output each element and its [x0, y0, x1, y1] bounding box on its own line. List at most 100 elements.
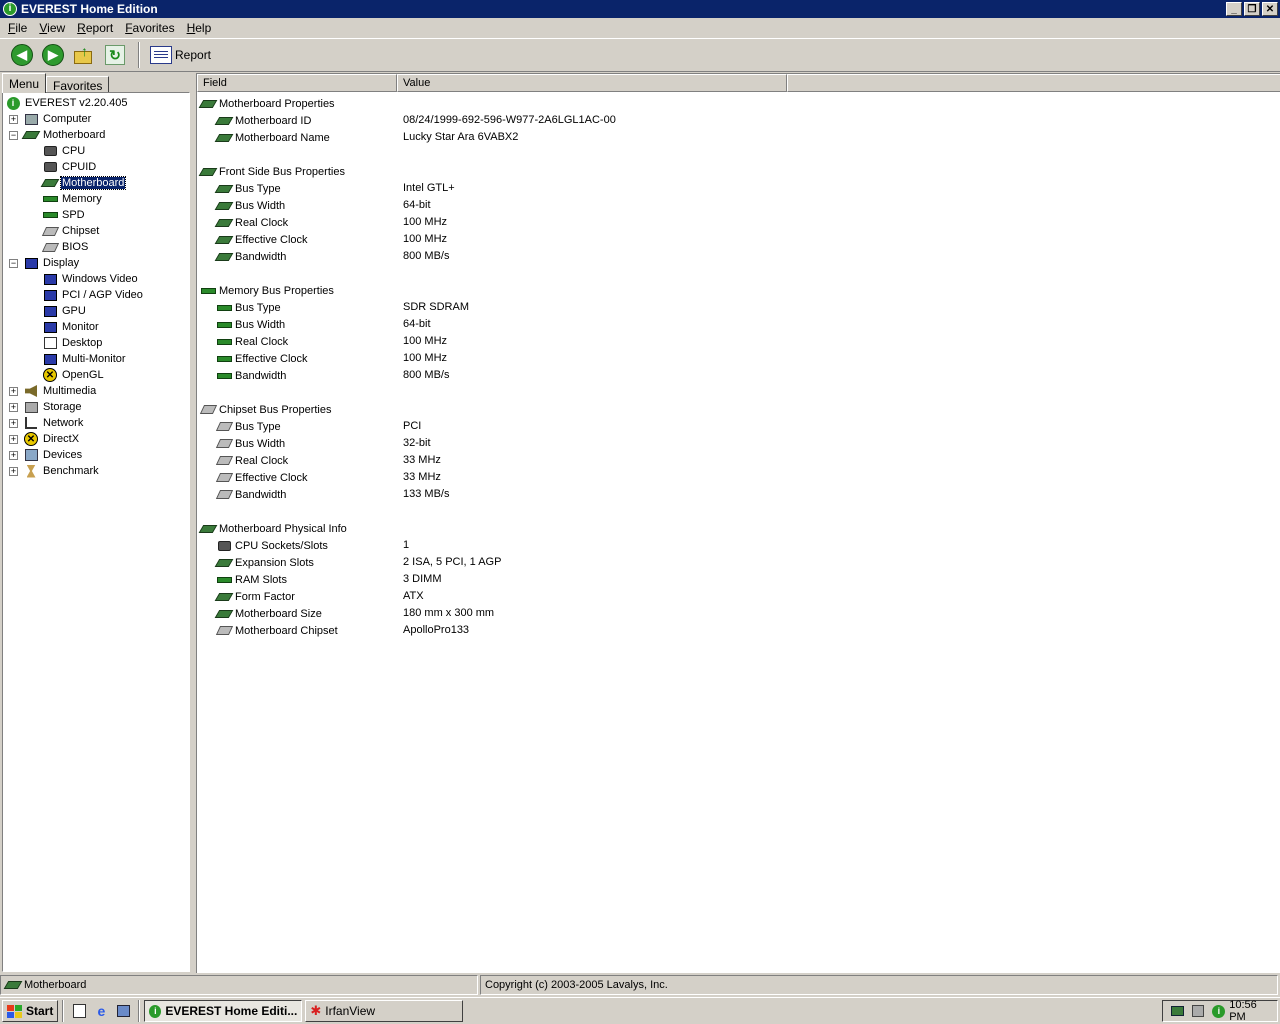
list-row[interactable]: Effective Clock — [215, 469, 308, 486]
forward-button[interactable]: ▶ — [39, 41, 67, 69]
everest-tray-icon[interactable]: i — [1210, 1002, 1227, 1020]
list-row[interactable]: Real Clock — [215, 452, 288, 469]
network-tray-icon[interactable] — [1169, 1002, 1186, 1020]
tree-item-gpu[interactable]: GPU — [42, 303, 87, 319]
expand-devices-button[interactable]: + — [9, 451, 18, 460]
tree-item-motherboard-group[interactable]: Motherboard — [21, 127, 106, 143]
list-row[interactable]: Bus Width — [215, 435, 285, 452]
list-row[interactable]: Motherboard Size — [214, 605, 322, 622]
tree-item-devices[interactable]: Devices — [23, 447, 83, 463]
list-row[interactable]: Bus Width — [214, 197, 285, 214]
list-row[interactable]: RAM Slots — [216, 571, 287, 588]
everest-app-icon: i — [149, 1004, 162, 1018]
tree-item-multi-monitor[interactable]: Multi-Monitor — [42, 351, 127, 367]
tree-item-computer[interactable]: Computer — [23, 111, 92, 127]
tree-item-benchmark[interactable]: Benchmark — [23, 463, 100, 479]
list-row[interactable]: Bus Type — [215, 418, 281, 435]
tree-item-opengl[interactable]: ✕ OpenGL — [42, 367, 105, 383]
refresh-button[interactable]: ↻ — [101, 41, 129, 69]
tree-item-motherboard[interactable]: Motherboard — [40, 175, 127, 191]
column-header-field[interactable]: Field — [197, 74, 397, 92]
hardware-tray-icon[interactable] — [1190, 1002, 1207, 1020]
internet-explorer-quicklaunch-icon[interactable]: e — [92, 1002, 110, 1020]
list-row[interactable]: Motherboard Chipset — [215, 622, 338, 639]
everest-app-icon[interactable]: i — [3, 2, 17, 16]
tree-item-network[interactable]: Network — [23, 415, 84, 431]
tree-item-memory[interactable]: Memory — [42, 191, 103, 207]
tree-item-pci-agp-video[interactable]: PCI / AGP Video — [42, 287, 144, 303]
list-row[interactable]: Expansion Slots — [214, 554, 314, 571]
toolbar: ◀ ▶ ↑ ↻ Report — [0, 38, 1280, 72]
expand-multimedia-button[interactable]: + — [9, 387, 18, 396]
notepad-quicklaunch-icon[interactable] — [70, 1002, 88, 1020]
expand-benchmark-button[interactable]: + — [9, 467, 18, 476]
report-button[interactable]: Report — [146, 41, 215, 69]
field-label: Real Clock — [235, 335, 289, 348]
tab-menu[interactable]: Menu — [2, 73, 47, 93]
tree-item-bios[interactable]: BIOS — [41, 239, 89, 255]
list-row[interactable]: Form Factor — [214, 588, 295, 605]
close-button[interactable]: ✕ — [1262, 2, 1278, 16]
outlook-quicklaunch-icon[interactable] — [114, 1002, 132, 1020]
list-row[interactable]: Motherboard ID — [214, 112, 311, 129]
navigation-tree[interactable]: i EVEREST v2.20.405 + Computer − Motherb… — [2, 92, 190, 972]
tree-item-windows-video[interactable]: Windows Video — [42, 271, 139, 287]
list-row[interactable]: Real Clock — [216, 333, 288, 350]
list-row[interactable]: Bus Type — [216, 299, 281, 316]
list-row[interactable]: Motherboard Name — [214, 129, 330, 146]
tree-item-chipset[interactable]: Chipset — [41, 223, 100, 239]
list-row[interactable]: Bandwidth — [215, 486, 286, 503]
up-button[interactable]: ↑ — [70, 41, 98, 69]
tree-item-desktop[interactable]: Desktop — [42, 335, 103, 351]
list-group-header[interactable]: Front Side Bus Properties — [198, 163, 345, 180]
list-group-header[interactable]: Motherboard Properties — [198, 95, 335, 112]
minimize-button[interactable]: _ — [1226, 2, 1242, 16]
expand-directx-button[interactable]: + — [9, 435, 18, 444]
expand-computer-button[interactable]: + — [9, 115, 18, 124]
menu-view[interactable]: View — [33, 21, 71, 35]
menu-report[interactable]: Report — [71, 21, 119, 35]
tree-item-label: Multimedia — [43, 385, 97, 397]
menu-file[interactable]: File — [2, 21, 33, 35]
collapse-display-button[interactable]: − — [9, 259, 18, 268]
tree-item-cpu[interactable]: CPU — [42, 143, 86, 159]
task-label: EVEREST Home Editi... — [165, 1004, 298, 1018]
restore-button[interactable]: ❐ — [1244, 2, 1260, 16]
tree-item-display[interactable]: Display — [23, 255, 80, 271]
expand-storage-button[interactable]: + — [9, 403, 18, 412]
display-icon — [42, 319, 58, 335]
list-row[interactable]: Bus Type — [214, 180, 281, 197]
tab-favorites[interactable]: Favorites — [46, 76, 110, 93]
list-row[interactable]: Real Clock — [214, 214, 288, 231]
tree-item-spd[interactable]: SPD — [42, 207, 86, 223]
tree-item-storage[interactable]: Storage — [23, 399, 83, 415]
taskbar-separator — [138, 1000, 141, 1022]
toolbar-separator — [138, 42, 140, 68]
list-row[interactable]: Bus Width — [216, 316, 285, 333]
task-button-irfanview[interactable]: ✱ IrfanView — [305, 1000, 464, 1022]
list-row[interactable]: Effective Clock — [216, 350, 308, 367]
list-row[interactable]: CPU Sockets/Slots — [216, 537, 328, 554]
list-group-header[interactable]: Chipset Bus Properties — [199, 401, 332, 418]
tree-item-multimedia[interactable]: Multimedia — [23, 383, 97, 399]
list-group-header[interactable]: Motherboard Physical Info — [198, 520, 347, 537]
title-bar[interactable]: i EVEREST Home Edition _ ❐ ✕ — [0, 0, 1280, 18]
list-row[interactable]: Bandwidth — [216, 367, 286, 384]
list-group-header[interactable]: Memory Bus Properties — [200, 282, 334, 299]
task-button-everest[interactable]: i EVEREST Home Editi... — [144, 1000, 303, 1022]
details-list[interactable]: Field Value Motherboard Properties Mother… — [196, 73, 1280, 973]
column-header-value[interactable]: Value — [397, 74, 787, 92]
menu-help[interactable]: Help — [181, 21, 218, 35]
clock[interactable]: 10:56 PM — [1229, 999, 1273, 1023]
collapse-motherboard-button[interactable]: − — [9, 131, 18, 140]
list-row[interactable]: Bandwidth — [214, 248, 286, 265]
tree-item-directx[interactable]: ✕ DirectX — [23, 431, 80, 447]
expand-network-button[interactable]: + — [9, 419, 18, 428]
tree-item-monitor[interactable]: Monitor — [42, 319, 100, 335]
tree-item-everest[interactable]: i EVEREST v2.20.405 — [5, 95, 129, 111]
start-button[interactable]: Start — [2, 1000, 59, 1022]
tree-item-cpuid[interactable]: CPUID — [42, 159, 97, 175]
list-row[interactable]: Effective Clock — [214, 231, 308, 248]
menu-favorites[interactable]: Favorites — [119, 21, 180, 35]
back-button[interactable]: ◀ — [8, 41, 36, 69]
